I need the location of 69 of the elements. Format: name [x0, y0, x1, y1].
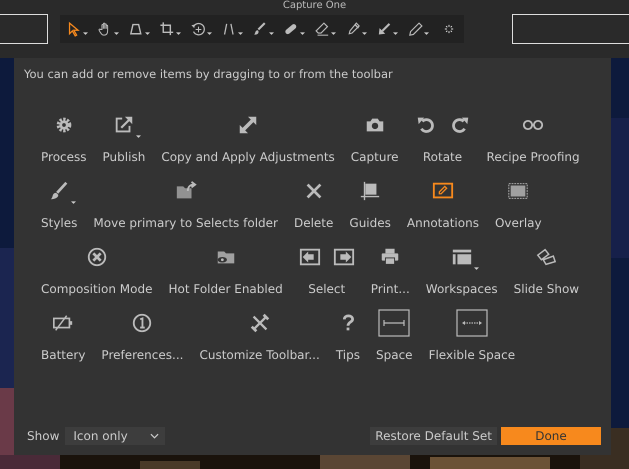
toolbar-item[interactable]: Space	[372, 309, 416, 362]
toolbar-item[interactable]: Select	[296, 243, 358, 296]
caret-icon	[300, 32, 305, 36]
toolbar-item[interactable]: Workspaces	[422, 243, 501, 296]
tool-button[interactable]	[97, 20, 119, 38]
show-dropdown[interactable]: Icon only	[65, 427, 166, 445]
toolbar-item[interactable]: Styles	[38, 177, 80, 230]
caret-icon	[176, 32, 181, 36]
toolbar-item[interactable]: Overlay	[492, 177, 545, 230]
caret-icon	[362, 32, 367, 36]
space-icon	[378, 309, 410, 337]
toolbar-item[interactable]: Preferences...	[98, 309, 186, 362]
tool-button[interactable]	[159, 20, 181, 38]
hint-text: You can add or remove items by dragging to or from the toolbar	[24, 67, 394, 81]
crop-icon	[159, 20, 176, 38]
tool-button[interactable]	[314, 20, 336, 38]
overlay-icon	[507, 180, 530, 202]
caret-icon	[331, 32, 336, 36]
toolbar-item[interactable]: Publish	[100, 111, 148, 164]
done-button[interactable]: Done	[501, 427, 601, 445]
tool-button[interactable]	[252, 20, 274, 38]
caret-icon	[424, 32, 429, 36]
toolbar-item[interactable]: Process	[38, 111, 90, 164]
select-left-icon	[298, 246, 321, 268]
chevron-icon	[150, 433, 160, 439]
toolbar-item[interactable]: Composition Mode	[38, 243, 156, 296]
toolbar-item[interactable]: Tips	[332, 309, 363, 362]
circle-x-icon	[86, 246, 108, 268]
tool-button[interactable]	[376, 20, 398, 38]
eraser-icon	[314, 20, 331, 38]
toolbar-item[interactable]: Guides	[346, 177, 394, 230]
toolbar-panel	[0, 14, 48, 44]
caret-icon	[207, 32, 212, 36]
tool-button[interactable]	[66, 20, 88, 38]
slides-icon	[535, 246, 558, 268]
caret-icon	[238, 32, 243, 36]
caret-icon	[145, 32, 150, 36]
tool-button[interactable]	[221, 20, 243, 38]
toolbar-item[interactable]: Battery	[38, 309, 88, 362]
toolbar-item[interactable]: Hot Folder Enabled	[165, 243, 286, 296]
caret-icon	[114, 32, 119, 36]
toolbar-item[interactable]: Flexible Space	[426, 309, 518, 362]
diagonal-arrow-icon	[237, 114, 260, 136]
toolbar-item[interactable]: Capture	[348, 111, 402, 164]
toolbar-item[interactable]: Copy and Apply Adjustments	[158, 111, 338, 164]
toolbar-item[interactable]: Move primary to Selects folder	[90, 177, 281, 230]
toolbar-item[interactable]: Rotate	[412, 111, 474, 164]
show-label: Show	[27, 429, 60, 443]
pencil-icon	[407, 20, 424, 38]
toolbar-item[interactable]: Print...	[368, 243, 413, 296]
arrow-icon	[376, 20, 393, 38]
tool-button[interactable]	[190, 20, 212, 38]
toolbar-item[interactable]: Annotations	[404, 177, 482, 230]
caret-icon	[393, 32, 398, 36]
tools-icon	[248, 312, 271, 334]
tool-button[interactable]	[407, 20, 429, 38]
window-title: Capture One	[282, 0, 346, 12]
toolbar-item[interactable]: Delete	[290, 177, 336, 230]
caret-icon	[83, 32, 88, 36]
restore-button[interactable]: Restore Default Set	[370, 427, 497, 445]
guides-icon	[359, 180, 382, 202]
flexible-space-icon	[456, 309, 488, 337]
rotate-icon	[190, 20, 207, 38]
toolbar-item[interactable]: Customize Toolbar...	[196, 309, 323, 362]
select-right-icon	[332, 246, 355, 268]
paintbrush-icon	[48, 180, 70, 202]
toolbar-item[interactable]: Slide Show	[510, 243, 582, 296]
toolbar-item[interactable]: Recipe Proofing	[484, 111, 583, 164]
caret-icon	[269, 32, 274, 36]
